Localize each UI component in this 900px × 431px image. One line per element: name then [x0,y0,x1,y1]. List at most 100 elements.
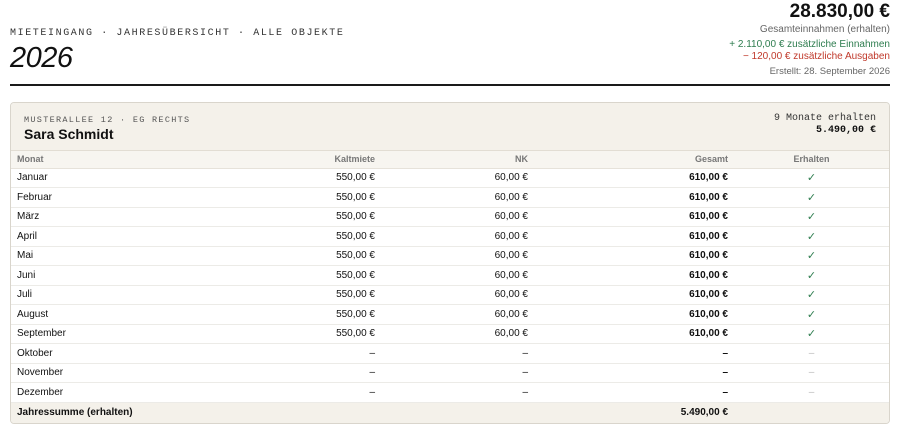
months-received: 9 Monate erhalten [773,113,876,124]
cell-nk: 60,00 € [381,207,534,227]
cell-gesamt: 610,00 € [534,265,734,286]
cell-kaltmiete: 550,00 € [181,285,381,305]
summary-block: 28.830,00 € Gesamteinnahmen (erhalten) +… [729,2,890,78]
cell-nk: 60,00 € [381,265,534,286]
col-header-erhalten: Erhalten [734,151,889,169]
property-address: MUSTERALLEE 12 · EG RECHTS [24,115,191,125]
tenant-name: Sara Schmidt [24,126,114,142]
created-date: Erstellt: 28. September 2026 [769,66,890,77]
total-income: 28.830,00 € [789,1,890,22]
check-icon: ✓ [806,191,817,204]
extra-income: + 2.110,00 € zusätzliche Einnahmen [729,39,890,50]
tenant-sum: 5.490,00 € [815,125,876,136]
table-row: September 550,00 €60,00 €610,00 € ✓ [11,324,889,344]
cell-nk: – [381,363,534,383]
table-row: März 550,00 €60,00 €610,00 € ✓ [11,207,889,227]
cell-erhalten: ✓ [734,285,889,305]
rent-table: Monat Kaltmiete NK Gesamt Erhalten Janua… [11,151,889,423]
table-row: Dezember – – – – [11,382,889,403]
cell-kaltmiete: 550,00 € [181,207,381,227]
cell-month: Juni [11,265,181,286]
footer-empty [734,402,889,423]
cell-month: Mai [11,246,181,266]
cell-erhalten: – [734,343,889,364]
cell-gesamt: 610,00 € [534,187,734,208]
cell-nk: 60,00 € [381,168,534,188]
cell-nk: 60,00 € [381,226,534,247]
cell-kaltmiete: 550,00 € [181,304,381,325]
table-row: Januar 550,00 €60,00 €610,00 € ✓ [11,168,889,188]
check-icon: ✓ [806,211,817,224]
check-icon: ✓ [806,308,817,321]
table-row: Juli 550,00 €60,00 €610,00 € ✓ [11,285,889,305]
cell-month: Juli [11,285,181,305]
cell-month: August [11,304,181,325]
cell-gesamt: 610,00 € [534,207,734,227]
cell-erhalten: ✓ [734,187,889,208]
cell-kaltmiete: – [181,382,381,403]
cell-nk: 60,00 € [381,187,534,208]
cell-month: September [11,324,181,344]
cell-nk: – [381,382,534,403]
report-header: MIETEINGANG · JAHRESÜBERSICHT · ALLE OBJ… [10,0,890,86]
cell-erhalten: ✓ [734,246,889,266]
report-eyebrow: MIETEINGANG · JAHRESÜBERSICHT · ALLE OBJ… [10,28,345,39]
col-header-gesamt: Gesamt [534,151,734,169]
cell-gesamt: 610,00 € [534,285,734,305]
cell-erhalten: ✓ [734,304,889,325]
col-header-kaltmiete: Kaltmiete [181,151,381,169]
table-row: Februar 550,00 €60,00 €610,00 € ✓ [11,187,889,208]
table-row: November – – – – [11,363,889,383]
cell-erhalten: ✓ [734,324,889,344]
cell-month: November [11,363,181,383]
cell-kaltmiete: – [181,343,381,364]
cell-erhalten: – [734,363,889,383]
footer-label: Jahressumme (erhalten) [11,402,181,423]
cell-nk: 60,00 € [381,324,534,344]
cell-nk: 60,00 € [381,285,534,305]
table-body: Januar 550,00 €60,00 €610,00 € ✓ Februar 550… [11,168,889,403]
check-icon: ✓ [806,250,817,263]
cell-nk: – [381,343,534,364]
cell-erhalten: ✓ [734,265,889,286]
cell-month: Januar [11,168,181,188]
check-icon: ✓ [806,269,817,282]
cell-nk: 60,00 € [381,304,534,325]
table-row: Juni 550,00 €60,00 €610,00 € ✓ [11,265,889,286]
cell-month: April [11,226,181,247]
dash-icon: – [808,367,815,379]
col-header-nk: NK [381,151,534,169]
tenant-card: MUSTERALLEE 12 · EG RECHTS Sara Schmidt … [10,102,890,424]
table-row: August 550,00 €60,00 €610,00 € ✓ [11,304,889,325]
cell-gesamt: 610,00 € [534,168,734,188]
footer-empty [381,402,534,423]
extra-expense: − 120,00 € zusätzliche Ausgaben [742,51,890,62]
cell-kaltmiete: 550,00 € [181,187,381,208]
table-row: Oktober – – – – [11,343,889,364]
cell-gesamt: 610,00 € [534,226,734,247]
footer-total: 5.490,00 € [534,402,734,423]
cell-gesamt: 610,00 € [534,324,734,344]
cell-gesamt: – [534,382,734,403]
cell-gesamt: 610,00 € [534,304,734,325]
table-header-row: Monat Kaltmiete NK Gesamt Erhalten [11,151,889,169]
cell-nk: 60,00 € [381,246,534,266]
cell-erhalten: ✓ [734,207,889,227]
cell-gesamt: 610,00 € [534,246,734,266]
cell-kaltmiete: 550,00 € [181,324,381,344]
tenant-card-header: MUSTERALLEE 12 · EG RECHTS Sara Schmidt … [11,103,889,151]
cell-kaltmiete: 550,00 € [181,265,381,286]
col-header-month: Monat [11,151,181,169]
cell-kaltmiete: 550,00 € [181,168,381,188]
cell-kaltmiete: – [181,363,381,383]
total-income-label: Gesamteinnahmen (erhalten) [759,24,890,35]
dash-icon: – [808,386,815,398]
cell-month: Dezember [11,382,181,403]
cell-kaltmiete: 550,00 € [181,246,381,266]
check-icon: ✓ [806,172,817,185]
cell-month: März [11,207,181,227]
footer-empty [181,402,381,423]
table-row: Mai 550,00 €60,00 €610,00 € ✓ [11,246,889,266]
table-row: April 550,00 €60,00 €610,00 € ✓ [11,226,889,247]
cell-erhalten: ✓ [734,226,889,247]
